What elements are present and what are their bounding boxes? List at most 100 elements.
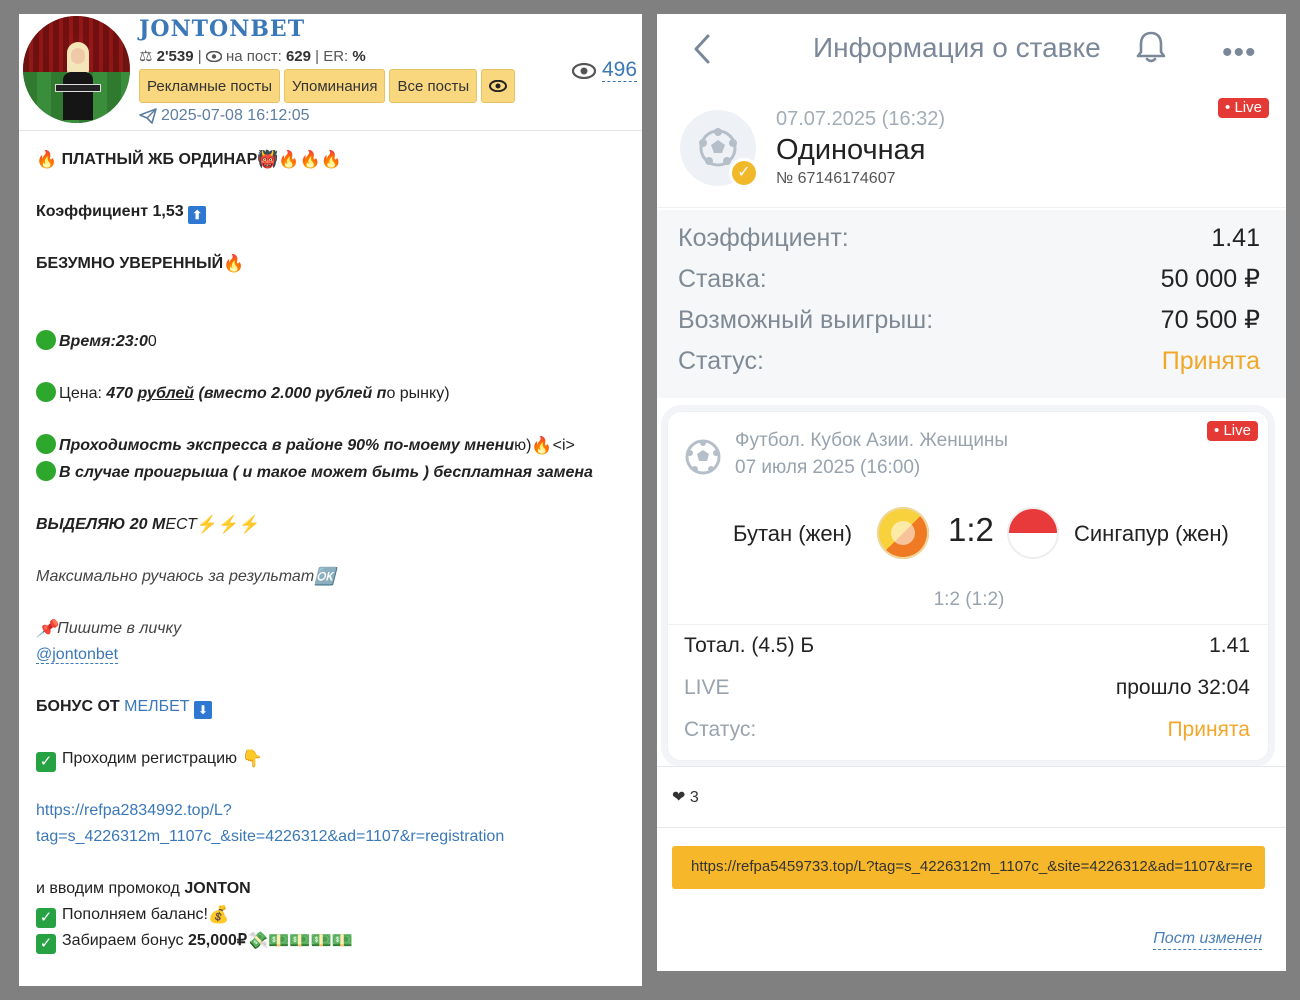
- win-row: Возможный выигрыш: 70 500 ₽: [678, 305, 1260, 335]
- referral-link-cont[interactable]: tag=s_4226312m_1107c_&site=4226312&ad=11…: [36, 828, 504, 845]
- username-link[interactable]: @jontonbet: [36, 646, 119, 664]
- tab-mentions[interactable]: Упоминания: [284, 69, 386, 103]
- bet-summary: Коэффициент: 1.41 Ставка: 50 000 ₽ Возмо…: [657, 210, 1286, 398]
- channel-title[interactable]: JONTONBET: [139, 16, 305, 42]
- bet-number: № 67146174607: [776, 170, 896, 187]
- down-arrow-icon: ⬇: [194, 701, 213, 719]
- edited-label[interactable]: Пост изменен: [1153, 929, 1262, 950]
- post-line: @jontonbet: [36, 642, 119, 668]
- event-status-row: Статус: Принята: [684, 718, 1250, 741]
- event-date: 07 июля 2025 (16:00): [735, 457, 921, 478]
- telegram-plane-icon: [139, 108, 157, 124]
- fire-icon: 🔥: [531, 436, 553, 455]
- stake-row: Ставка: 50 000 ₽: [678, 264, 1260, 294]
- post-line: ✓ Забираем бонус 25,000₽💸💵💵💵💵: [36, 928, 353, 954]
- post-line: 📌Пишите в личку: [36, 616, 181, 642]
- match-score: 1:2: [948, 511, 994, 548]
- live-row: LIVE прошло 32:04: [684, 676, 1250, 699]
- like-reaction[interactable]: ❤ 3: [672, 787, 699, 807]
- more-icon[interactable]: •••: [1222, 36, 1257, 70]
- top-arrow-icon: ⬆: [188, 206, 207, 224]
- post-line: tag=s_4226312m_1107c_&site=4226312&ad=11…: [36, 824, 504, 850]
- status-badge: Принята: [1167, 718, 1250, 741]
- live-badge: Live: [1207, 421, 1258, 441]
- money-bag-icon: 💰: [208, 905, 230, 924]
- tab-ad-posts[interactable]: Рекламные посты: [139, 69, 281, 103]
- bet-header: ✓ 07.07.2025 (16:32) Одиночная № 6714617…: [657, 90, 1286, 208]
- fire-icon: 🔥🔥🔥: [278, 150, 342, 169]
- bell-icon[interactable]: [1135, 30, 1167, 64]
- bet-info-panel: Информация о ставке ••• ✓ 07.07.2025 (16…: [657, 14, 1286, 971]
- check-icon: ✓: [36, 908, 56, 928]
- subscribers-count: 2'539: [156, 48, 194, 65]
- check-icon: ✓: [36, 934, 56, 954]
- status-badge: Принята: [1161, 346, 1260, 375]
- melbet-link[interactable]: МЕЛБЕТ: [124, 698, 189, 715]
- post-line: ✓ Пополняем баланс!💰: [36, 902, 229, 928]
- team-away: Сингапур (жен): [1074, 521, 1229, 546]
- eye-icon: [205, 50, 223, 63]
- post-line: Коэффициент 1,53 ⬆: [36, 199, 207, 225]
- post-date: 2025-07-08 16:12:05: [139, 107, 310, 125]
- pushpin-icon: 📌: [36, 619, 58, 638]
- subscribers-icon: ⚖: [139, 48, 153, 65]
- er-value: %: [352, 48, 366, 65]
- reactions: ❤ 3: [657, 766, 1286, 828]
- status-row: Статус: Принята: [678, 346, 1260, 375]
- channel-stats: ⚖ 2'539 | на пост: 629 | ER: %: [139, 48, 366, 65]
- channel-avatar[interactable]: [23, 16, 130, 123]
- green-circle-icon: [36, 434, 56, 454]
- green-circle-icon: [36, 382, 56, 402]
- views-per-post: 629: [285, 48, 311, 65]
- fire-icon: 🔥: [36, 150, 58, 169]
- post-line: Цена: 470 рублей (вместо 2.000 рублей по…: [36, 381, 450, 407]
- divider: [668, 624, 1270, 625]
- bet-type: Одиночная: [776, 134, 926, 166]
- channel-header: JONTONBET ⚖ 2'539 | на пост: 629 | ER: %…: [19, 14, 642, 131]
- post-line: Проходимость экспресса в районе 90% по-м…: [36, 433, 575, 459]
- event-league: Футбол. Кубок Азии. Женщины: [735, 430, 1009, 451]
- fire-icon: 🔥: [223, 254, 245, 273]
- green-circle-icon: [36, 461, 56, 481]
- url-text[interactable]: https://refpa5459733.top/L?tag=s_4226312…: [691, 858, 1253, 875]
- top-bar: Информация о ставке •••: [657, 14, 1286, 84]
- live-badge: Live: [1218, 98, 1269, 118]
- bhutan-flag-icon: [877, 507, 929, 559]
- referral-link[interactable]: https://refpa2834992.top/L?: [36, 802, 232, 819]
- telegram-post-panel: JONTONBET ⚖ 2'539 | на пост: 629 | ER: %…: [19, 14, 642, 986]
- post-line: БЕЗУМНО УВЕРЕННЫЙ🔥: [36, 251, 244, 277]
- post-line: https://refpa2834992.top/L?: [36, 798, 232, 824]
- check-badge-icon: ✓: [729, 158, 759, 188]
- point-down-icon: 👇: [241, 749, 263, 768]
- page-title: Информация о ставке: [813, 32, 1101, 63]
- money-wings-icon: 💸💵💵💵💵: [247, 931, 353, 950]
- lightning-icon: ⚡⚡⚡: [196, 515, 261, 534]
- market-row: Тотал. (4.5) Б 1.41: [684, 634, 1250, 657]
- heart-icon: ❤: [672, 789, 686, 806]
- half-score: 1:2 (1:2): [933, 589, 1005, 610]
- singapore-flag-icon: [1007, 507, 1059, 559]
- post-views[interactable]: 496: [572, 59, 638, 82]
- team-home: Бутан (жен): [733, 521, 853, 546]
- channel-tabs: Рекламные посты Упоминания Все посты: [139, 69, 516, 103]
- post-line: Максимально ручаюсь за результат🆗: [36, 564, 335, 590]
- views-count[interactable]: 496: [602, 59, 638, 82]
- match-teams: Бутан (жен) 1:2 Сингапур (жен): [668, 505, 1270, 563]
- event-card[interactable]: Футбол. Кубок Азии. Женщины 07 июля 2025…: [667, 411, 1270, 761]
- eye-toggle-button[interactable]: [481, 69, 516, 103]
- coef-row: Коэффициент: 1.41: [678, 223, 1260, 252]
- eye-icon: [489, 80, 508, 92]
- post-line: ✓ Проходим регистрацию 👇: [36, 746, 263, 772]
- post-line: Время:23:00: [36, 329, 157, 355]
- tab-all-posts[interactable]: Все посты: [389, 69, 478, 103]
- bet-date: 07.07.2025 (16:32): [776, 108, 946, 130]
- url-button[interactable]: https://refpa5459733.top/L?tag=s_4226312…: [672, 846, 1265, 889]
- football-icon: [685, 439, 721, 475]
- football-icon: ✓: [680, 110, 759, 188]
- post-line: и вводим промокод JONTON: [36, 880, 251, 897]
- green-circle-icon: [36, 330, 56, 350]
- check-icon: ✓: [36, 752, 56, 772]
- back-arrow-icon[interactable]: [693, 34, 711, 64]
- post-line: БОНУС ОТ МЕЛБЕТ ⬇: [36, 694, 213, 720]
- post-line: ВЫДЕЛЯЮ 20 МЕСТ⚡⚡⚡: [36, 512, 260, 538]
